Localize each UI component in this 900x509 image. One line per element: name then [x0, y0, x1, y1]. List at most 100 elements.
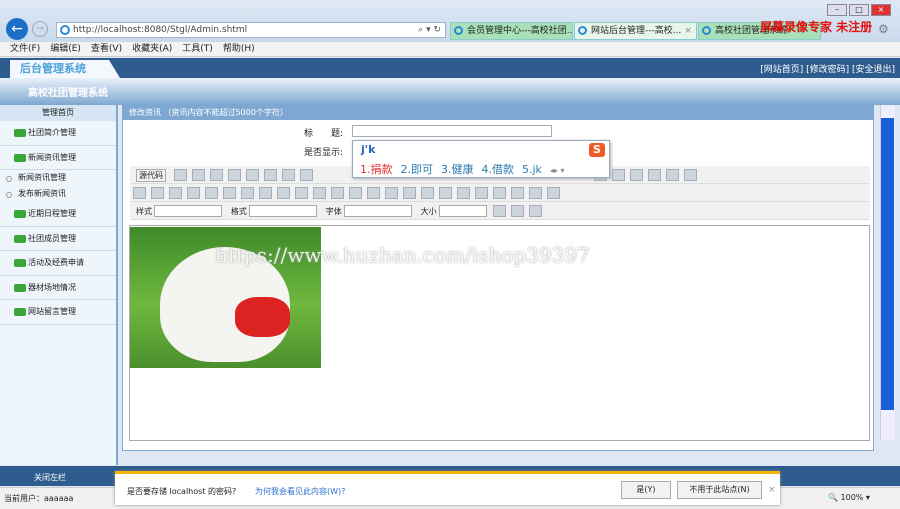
smiley-icon[interactable]	[511, 187, 524, 199]
anchor-icon[interactable]	[421, 187, 434, 199]
textarea-icon[interactable]	[611, 169, 625, 181]
menu-help[interactable]: 帮助(H)	[223, 44, 255, 54]
sidebar-item-news[interactable]: 新闻资讯管理	[0, 146, 116, 170]
tab-label: 会员管理中心---高校社团...	[467, 26, 573, 36]
sidebar-sub-publish-news[interactable]: 发布新闻资讯	[0, 186, 116, 202]
why-link[interactable]: 为何我会看见此内容(W)?	[255, 486, 345, 497]
justify-icon[interactable]	[367, 187, 380, 199]
sidebar-item-schedule[interactable]: 近期日程管理	[0, 202, 116, 227]
indent-icon[interactable]	[295, 187, 308, 199]
image-button-icon[interactable]	[665, 169, 679, 181]
never-button[interactable]: 不用于此站点(N)	[677, 481, 762, 499]
button-icon[interactable]	[647, 169, 661, 181]
forward-button[interactable]: →	[32, 21, 48, 37]
ime-candidate[interactable]: 2.即可	[401, 163, 434, 176]
tab-close-icon[interactable]: ×	[684, 23, 692, 39]
sidebar-item-label: 发布新闻资讯	[18, 189, 66, 198]
outdent-icon[interactable]	[277, 187, 290, 199]
sidebar-sub-news-manage[interactable]: 新闻资讯管理	[0, 170, 116, 186]
menu-view[interactable]: 查看(V)	[91, 44, 122, 54]
sidebar-home[interactable]: 管理首页	[0, 105, 116, 121]
close-window-button[interactable]: ×	[871, 4, 891, 16]
sidebar-item-label: 网站留言管理	[28, 307, 76, 316]
tab-admin[interactable]: 网站后台管理---高校... ×	[574, 22, 697, 40]
close-sidebar-link[interactable]: 关闭左栏	[34, 473, 66, 482]
new-page-icon[interactable]	[209, 169, 223, 181]
folder-icon	[14, 129, 26, 137]
close-icon[interactable]: ×	[768, 485, 776, 495]
ime-candidate[interactable]: 4.借款	[482, 163, 515, 176]
select-icon[interactable]	[629, 169, 643, 181]
sogou-logo-icon: S	[589, 143, 605, 157]
underline-icon[interactable]	[169, 187, 182, 199]
italic-icon[interactable]	[151, 187, 164, 199]
maximize-editor-icon[interactable]	[528, 205, 542, 217]
copy-icon[interactable]	[281, 169, 295, 181]
tab-member-center[interactable]: 会员管理中心---高校社团...	[450, 22, 573, 40]
gear-icon[interactable]: ⚙	[878, 22, 889, 36]
header-links[interactable]: [网站首页] [修改密码] [安全退出]	[760, 62, 895, 75]
sidebar-item-label: 近期日程管理	[28, 209, 76, 218]
font-select[interactable]	[343, 205, 412, 217]
notification-text: 是否要存储 localhost 的密码?	[127, 487, 237, 496]
bold-icon[interactable]	[133, 187, 146, 199]
save-icon[interactable]	[191, 169, 205, 181]
special-char-icon[interactable]	[529, 187, 542, 199]
unlink-icon[interactable]	[403, 187, 416, 199]
editor-toolbar-3: 样式 格式 字体 大小	[130, 202, 870, 220]
text-color-icon[interactable]	[492, 205, 506, 217]
size-select[interactable]	[438, 205, 487, 217]
maximize-button[interactable]: □	[849, 4, 869, 16]
folder-icon	[14, 234, 26, 243]
link-icon[interactable]	[385, 187, 398, 199]
sidebar-item-equipment[interactable]: 器材场地情况	[0, 276, 116, 300]
scrollbar-thumb[interactable]	[881, 118, 894, 410]
sidebar-item-activities[interactable]: 活动及经费申请	[0, 251, 116, 276]
ime-candidate[interactable]: 1.捐款	[360, 163, 393, 176]
menu-edit[interactable]: 编辑(E)	[50, 44, 81, 54]
template-icon[interactable]	[245, 169, 259, 181]
strike-icon[interactable]	[187, 187, 200, 199]
image-icon[interactable]	[439, 187, 452, 199]
sidebar-item-members[interactable]: 社团成员管理	[0, 227, 116, 251]
source-button[interactable]: 源代码	[136, 169, 166, 182]
sidebar-item-label: 管理首页	[42, 108, 74, 117]
menu-file[interactable]: 文件(F)	[10, 44, 40, 54]
superscript-icon[interactable]	[223, 187, 236, 199]
menu-favorites[interactable]: 收藏夹(A)	[132, 44, 172, 54]
flash-icon[interactable]	[457, 187, 470, 199]
ime-candidate[interactable]: 3.健康	[441, 163, 474, 176]
search-refresh-icon[interactable]: ⌕ ▾ ↻	[418, 23, 441, 37]
sidebar-item-club-intro[interactable]: 社团简介管理	[0, 121, 116, 146]
format-select[interactable]	[248, 205, 317, 217]
title-label: 标 题:	[304, 129, 344, 139]
align-right-icon[interactable]	[349, 187, 362, 199]
yes-button[interactable]: 是(Y)	[621, 481, 671, 499]
preview-icon[interactable]	[173, 169, 187, 181]
ordered-list-icon[interactable]	[241, 187, 254, 199]
align-center-icon[interactable]	[331, 187, 344, 199]
bg-color-icon[interactable]	[510, 205, 524, 217]
ime-page-arrows-icon[interactable]: ◂▸ ▾	[550, 166, 565, 175]
align-left-icon[interactable]	[313, 187, 326, 199]
print-preview-icon[interactable]	[227, 169, 241, 181]
menu-tools[interactable]: 工具(T)	[182, 44, 213, 54]
subscript-icon[interactable]	[205, 187, 218, 199]
table-icon[interactable]	[475, 187, 488, 199]
page-break-icon[interactable]	[547, 187, 560, 199]
rule-icon[interactable]	[493, 187, 506, 199]
zoom-control[interactable]: 🔍 100% ▾	[828, 493, 870, 502]
title-input[interactable]	[352, 125, 552, 137]
style-select[interactable]	[154, 205, 222, 217]
ime-candidate[interactable]: 5.jk	[522, 163, 542, 176]
ime-composition: j'k	[361, 143, 376, 156]
hidden-field-icon[interactable]	[683, 169, 697, 181]
back-button[interactable]: ←	[6, 18, 28, 40]
sidebar-item-messages[interactable]: 网站留言管理	[0, 300, 116, 325]
cut-icon[interactable]	[263, 169, 277, 181]
unordered-list-icon[interactable]	[259, 187, 272, 199]
minimize-button[interactable]: –	[827, 4, 847, 16]
paste-icon[interactable]	[299, 169, 313, 181]
folder-icon	[14, 210, 26, 218]
address-bar[interactable]: http://localhost:8080/Stgl/Admin.shtml ⌕ …	[56, 22, 446, 38]
